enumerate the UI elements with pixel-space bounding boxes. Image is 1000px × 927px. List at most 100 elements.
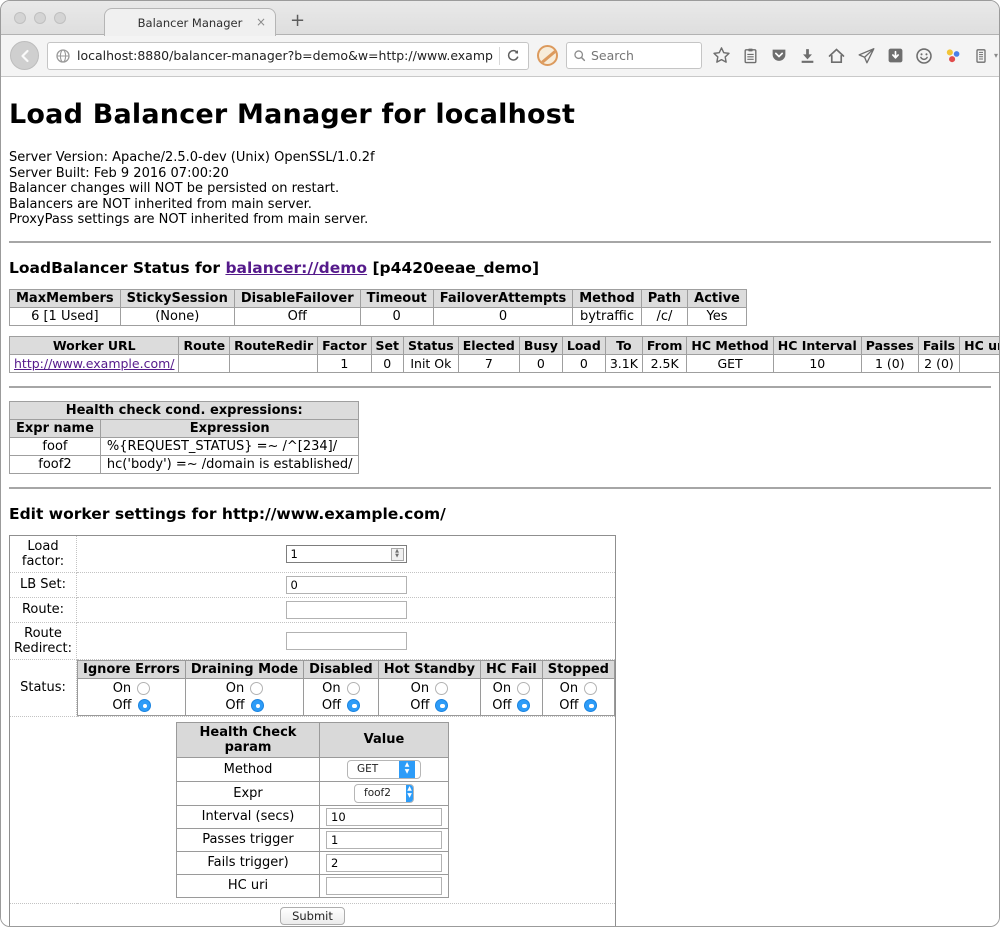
hot-standby-off-radio[interactable] — [435, 699, 448, 712]
cell-load: 0 — [562, 354, 605, 372]
download-icon[interactable] — [799, 47, 816, 65]
expr-select[interactable]: foof2 ▲▼ — [354, 784, 414, 803]
bookmark-star-icon[interactable] — [712, 46, 731, 65]
zoom-window-button[interactable] — [54, 12, 66, 24]
select-stepper-icon: ▲▼ — [406, 784, 413, 803]
route-redirect-input[interactable] — [286, 632, 407, 650]
edit-worker-heading: Edit worker settings for http://www.exam… — [9, 505, 991, 523]
table-row: Fails trigger) — [177, 851, 449, 874]
ignore-errors-on-radio[interactable] — [137, 682, 150, 695]
cell-elected: 7 — [458, 354, 519, 372]
column-header: Elected — [458, 336, 519, 354]
close-window-button[interactable] — [14, 12, 26, 24]
interval-cell — [320, 805, 449, 828]
lb-set-input[interactable] — [286, 576, 407, 594]
column-header: Path — [641, 289, 687, 307]
browser-window: Balancer Manager × + localhost:8880/bala… — [0, 0, 1000, 927]
status-option-hc-fail: On Off — [481, 678, 543, 715]
cell-active: Yes — [688, 307, 747, 325]
reading-list-icon[interactable] — [742, 47, 759, 65]
pocket-icon[interactable] — [770, 47, 788, 64]
new-tab-button[interactable]: + — [290, 10, 305, 31]
hot-standby-on-radio[interactable] — [435, 682, 448, 695]
disabled-on-radio[interactable] — [347, 682, 360, 695]
address-bar[interactable]: localhost:8880/balancer-manager?b=demo&w… — [47, 42, 529, 70]
column-header: HC uri — [960, 336, 1000, 354]
submit-button[interactable]: Submit — [280, 907, 345, 925]
disabled-off-radio[interactable] — [347, 699, 360, 712]
divider — [499, 47, 500, 65]
column-header: DisableFailover — [234, 289, 360, 307]
hc-uri-input[interactable] — [326, 877, 442, 895]
off-label: Off — [322, 698, 341, 713]
column-header: Expression — [100, 419, 359, 437]
table-row: foof2 hc('body') =~ /domain is establish… — [10, 455, 359, 473]
hc-fail-off-radio[interactable] — [517, 699, 530, 712]
reload-icon[interactable] — [506, 48, 521, 63]
column-header: Busy — [519, 336, 562, 354]
chevron-down-icon[interactable]: ▾ — [994, 51, 998, 60]
draining-mode-on-radio[interactable] — [250, 682, 263, 695]
stopped-off-radio[interactable] — [584, 699, 597, 712]
interval-input[interactable] — [326, 808, 442, 826]
boxed-download-icon[interactable] — [887, 47, 904, 64]
column-header: Active — [688, 289, 747, 307]
on-label: On — [322, 681, 340, 696]
expr-label: Expr — [177, 781, 320, 805]
route-label: Route: — [10, 597, 77, 622]
worker-status-table: Worker URL Route RouteRedir Factor Set S… — [9, 336, 1000, 373]
on-label: On — [493, 681, 511, 696]
column-header: To — [605, 336, 642, 354]
draining-mode-off-radio[interactable] — [251, 699, 264, 712]
cell-fails: 2 (0) — [918, 354, 959, 372]
fails-cell — [320, 851, 449, 874]
search-box[interactable] — [566, 42, 702, 69]
method-label: Method — [177, 757, 320, 781]
balancer-status-table: MaxMembers StickySession DisableFailover… — [9, 289, 747, 326]
search-input[interactable] — [591, 48, 681, 63]
off-label: Off — [112, 698, 131, 713]
status-option-draining-mode: On Off — [185, 678, 303, 715]
stopped-on-radio[interactable] — [584, 682, 597, 695]
status-label: Status: — [10, 659, 77, 716]
home-icon[interactable] — [827, 47, 846, 65]
cell-worker-url: http://www.example.com/ — [10, 354, 179, 372]
table-row: Passes trigger — [177, 828, 449, 851]
column-header: Health Check param — [177, 722, 320, 757]
container-icon[interactable] — [973, 47, 989, 65]
back-arrow-icon — [17, 48, 33, 64]
table-row: Interval (secs) — [177, 805, 449, 828]
worker-url-link[interactable]: http://www.example.com/ — [14, 356, 174, 371]
send-icon[interactable] — [857, 47, 876, 65]
route-input[interactable] — [286, 601, 407, 619]
cell-path: /c/ — [641, 307, 687, 325]
column-header: Timeout — [360, 289, 433, 307]
cell-maxmembers: 6 [1 Used] — [10, 307, 121, 325]
passes-input[interactable] — [326, 831, 442, 849]
number-stepper-icon[interactable]: ▲▼ — [391, 548, 404, 561]
balancer-demo-link[interactable]: balancer://demo — [225, 259, 367, 277]
fails-input[interactable] — [326, 854, 442, 872]
column-header: Route — [179, 336, 230, 354]
load-factor-input[interactable] — [286, 545, 407, 563]
form-row-status: Status: Ignore Errors Draining Mode Disa… — [10, 659, 616, 716]
form-row-lb-set: LB Set: — [10, 572, 616, 597]
back-button[interactable] — [10, 41, 39, 70]
extensions-dots-icon[interactable] — [944, 47, 962, 65]
on-label: On — [113, 681, 131, 696]
minimize-window-button[interactable] — [34, 12, 46, 24]
adblock-icon[interactable] — [537, 45, 558, 66]
tab-close-icon[interactable]: × — [256, 15, 266, 29]
ignore-errors-off-radio[interactable] — [138, 699, 151, 712]
hc-fail-on-radio[interactable] — [517, 682, 530, 695]
column-header: Disabled — [304, 660, 379, 678]
lb-set-cell — [77, 572, 616, 597]
passes-label: Passes trigger — [177, 828, 320, 851]
chat-smiley-icon[interactable] — [915, 47, 933, 65]
cell-passes: 1 (0) — [861, 354, 918, 372]
server-built-line: Server Built: Feb 9 2016 07:00:20 — [9, 166, 991, 182]
tab-balancer-manager[interactable]: Balancer Manager × — [104, 8, 276, 36]
method-select[interactable]: GET ▲▼ — [347, 760, 421, 779]
cell-failoverattempts: 0 — [433, 307, 573, 325]
url-text[interactable]: localhost:8880/balancer-manager?b=demo&w… — [77, 48, 493, 63]
